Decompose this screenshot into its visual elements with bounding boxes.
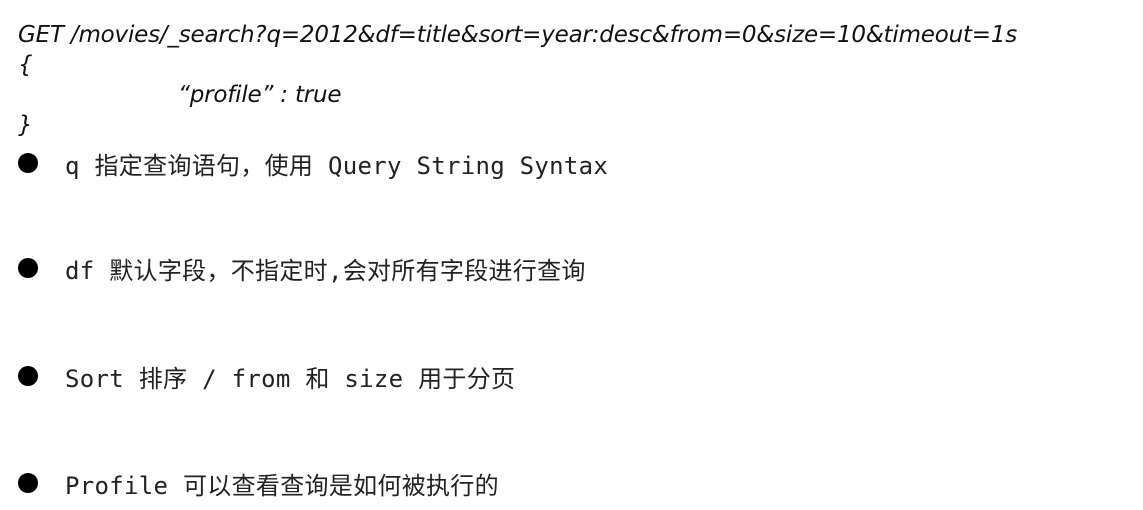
bullet-text: Sort 排序 / from 和 size 用于分页 bbox=[65, 364, 516, 393]
bullet-dot-icon bbox=[18, 258, 38, 278]
bullet-text: Profile 可以查看查询是如何被执行的 bbox=[65, 471, 499, 500]
bullet-item-df: df 默认字段，不指定时,会对所有字段进行查询 bbox=[18, 248, 586, 288]
request-line: GET /movies/_search?q=2012&df=title&sort… bbox=[18, 22, 1018, 48]
close-brace: } bbox=[18, 112, 33, 138]
bullet-text: df 默认字段，不指定时,会对所有字段进行查询 bbox=[65, 256, 586, 285]
bullet-text: q 指定查询语句，使用 Query String Syntax bbox=[65, 151, 609, 180]
profile-body-line: “profile” : true bbox=[178, 82, 342, 108]
bullet-dot-icon bbox=[18, 153, 38, 173]
bullet-dot-icon bbox=[18, 473, 38, 493]
bullet-dot-icon bbox=[18, 366, 38, 386]
bullet-item-profile: Profile 可以查看查询是如何被执行的 bbox=[18, 463, 499, 503]
open-brace: { bbox=[18, 52, 33, 78]
bullet-item-q: q 指定查询语句，使用 Query String Syntax bbox=[18, 143, 608, 183]
bullet-item-sort: Sort 排序 / from 和 size 用于分页 bbox=[18, 356, 515, 396]
request-code-block: GET /movies/_search?q=2012&df=title&sort… bbox=[18, 20, 1138, 140]
